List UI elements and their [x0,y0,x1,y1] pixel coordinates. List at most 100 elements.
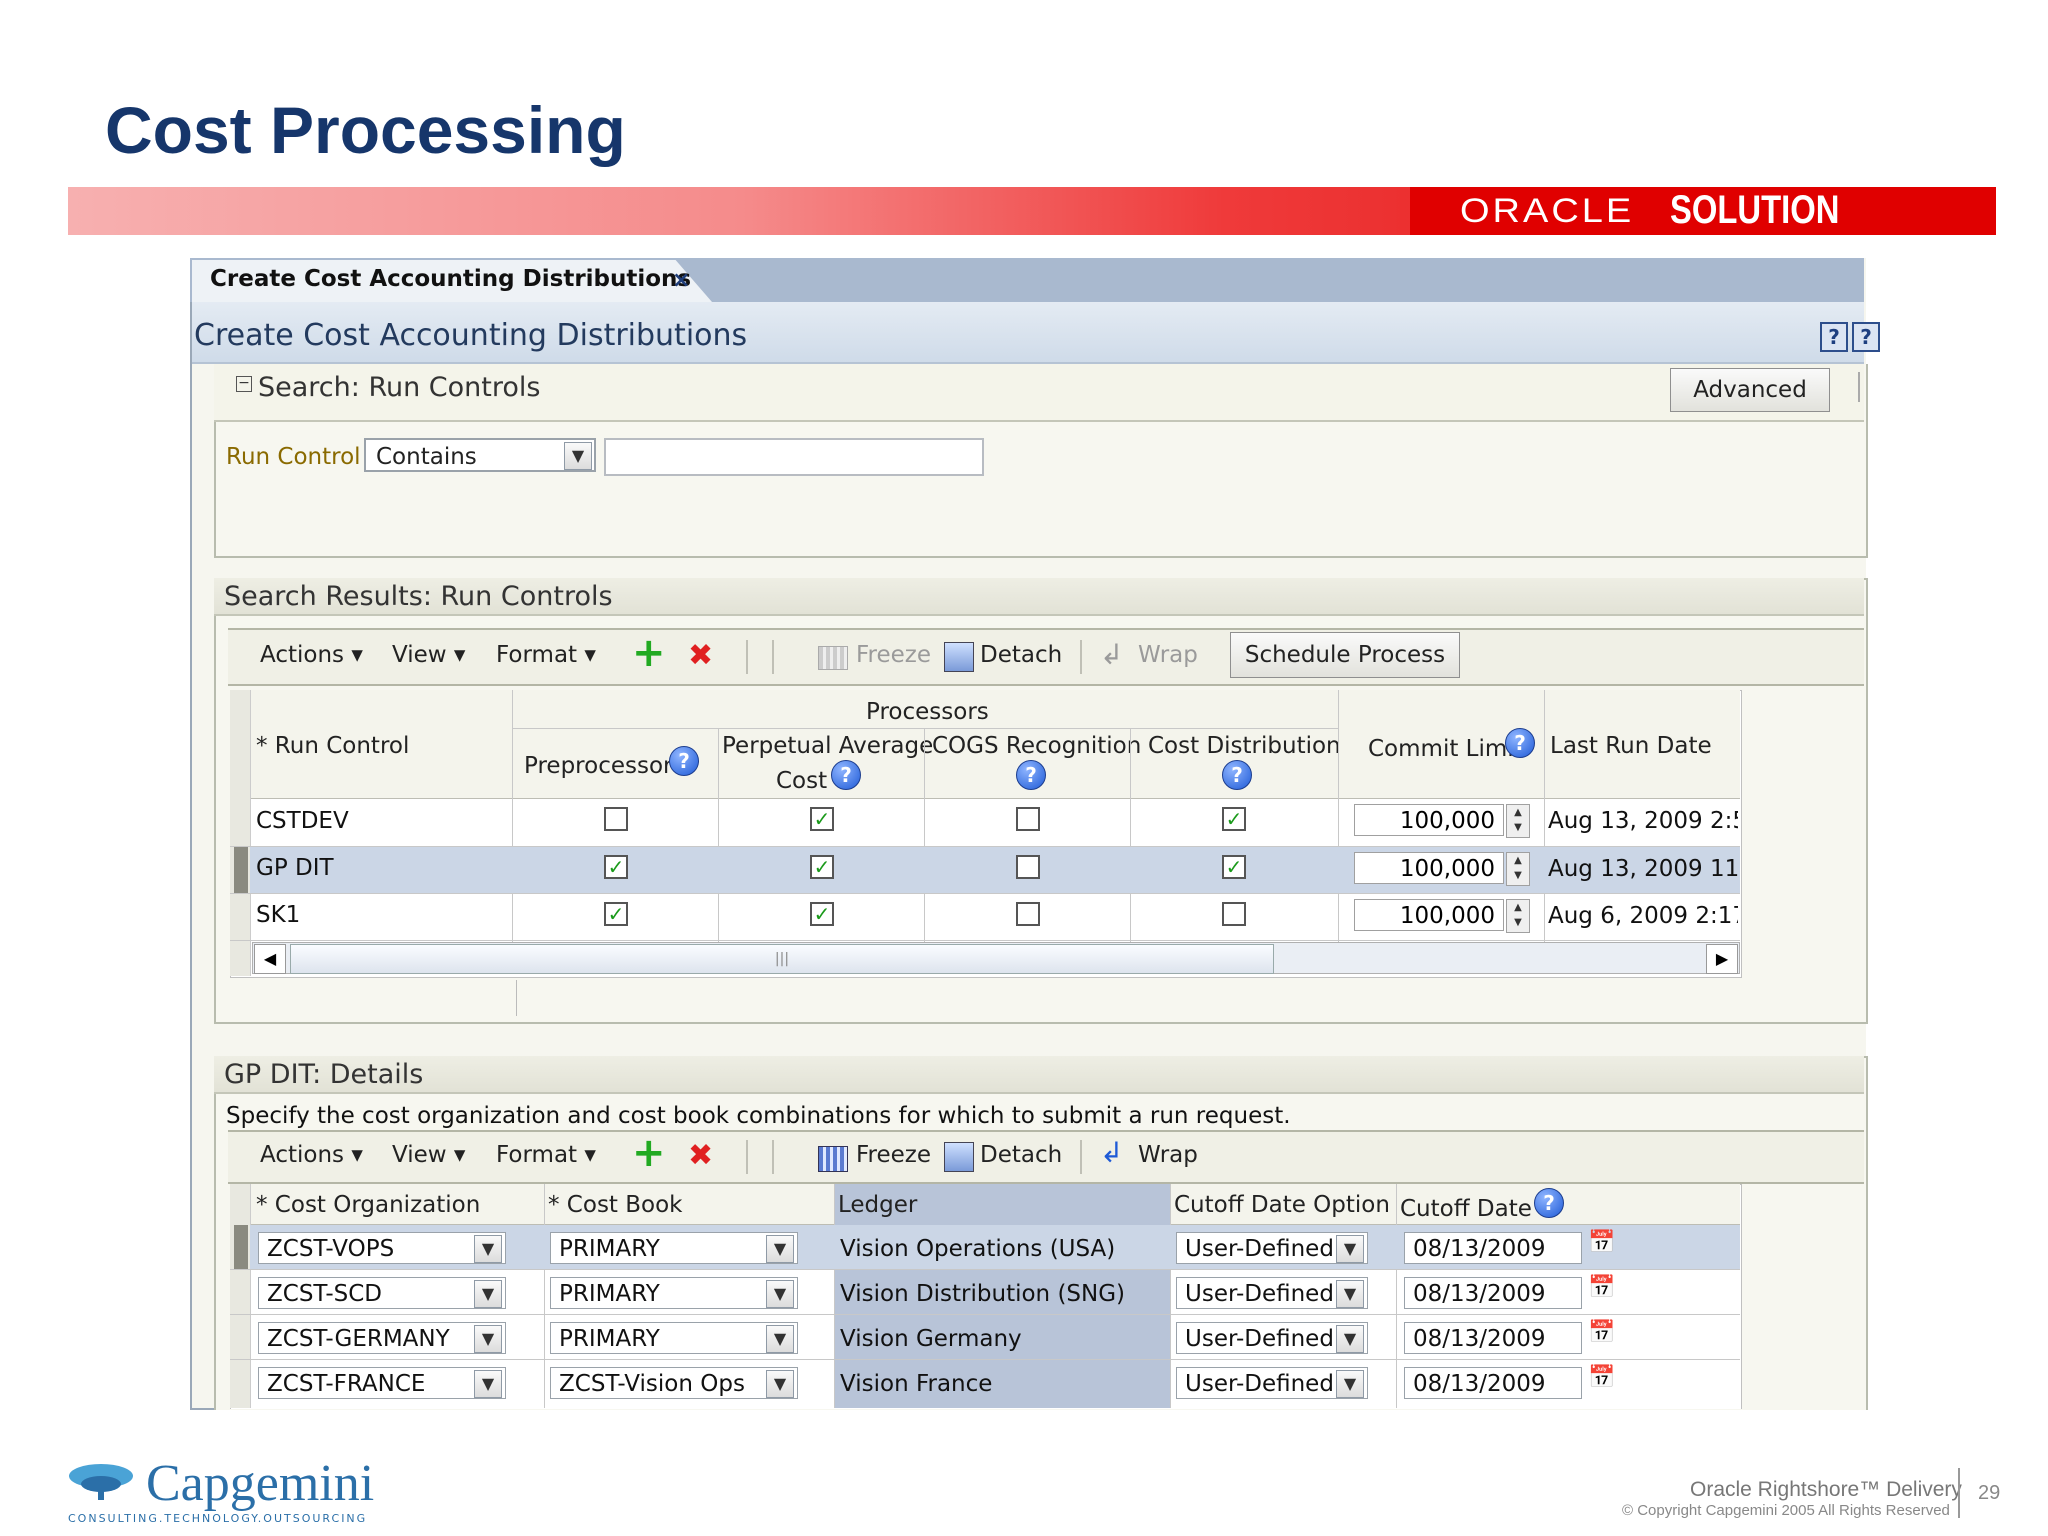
detach-button[interactable]: Detach [980,642,1062,668]
freeze-button[interactable]: Freeze [856,1142,931,1168]
cutoff-date-input[interactable]: 08/13/2009 [1404,1277,1582,1309]
cost-organization-select[interactable]: ZCST-GERMANY [258,1322,506,1354]
column-header-ledger[interactable]: Ledger [838,1192,918,1218]
column-header-cost-book[interactable]: * Cost Book [548,1192,683,1218]
chevron-down-icon[interactable]: ▼ [766,1325,794,1353]
chevron-down-icon[interactable]: ▼ [564,442,592,470]
cost-distribution-checkbox[interactable]: ✓ [1222,807,1246,831]
cost-organization-select[interactable]: ZCST-SCD [258,1277,506,1309]
perpetual-average-cost-checkbox[interactable]: ✓ [810,902,834,926]
chevron-down-icon[interactable]: ▼ [766,1280,794,1308]
format-menu[interactable]: Format ▾ [496,1142,596,1168]
help-icon[interactable]: ? [831,760,861,790]
column-group-processors: Processors [866,699,989,725]
delete-icon[interactable]: ✖ [688,1138,713,1173]
cost-book-select[interactable]: PRIMARY [550,1277,798,1309]
calendar-icon[interactable]: 📅 [1588,1365,1616,1395]
add-icon[interactable]: + [632,630,666,676]
cost-organization-select[interactable]: ZCST-VOPS [258,1232,506,1264]
cogs-recognition-checkbox[interactable] [1016,902,1040,926]
delete-icon[interactable]: ✖ [688,638,713,673]
divider [746,640,748,674]
perpetual-average-cost-checkbox[interactable]: ✓ [810,807,834,831]
scroll-left-icon[interactable]: ◀ [254,944,286,974]
column-header-preprocessor[interactable]: Preprocessor [524,753,673,779]
chevron-down-icon[interactable]: ▼ [1336,1235,1364,1263]
cutoff-date-input[interactable]: 08/13/2009 [1404,1367,1582,1399]
collapse-icon[interactable]: − [236,376,252,392]
add-icon[interactable]: + [632,1130,666,1176]
freeze-button[interactable]: Freeze [856,642,931,668]
cost-book-select[interactable]: PRIMARY [550,1322,798,1354]
cost-distribution-checkbox[interactable] [1222,902,1246,926]
perpetual-average-cost-checkbox[interactable]: ✓ [810,855,834,879]
chevron-down-icon[interactable]: ▼ [766,1370,794,1398]
view-menu[interactable]: View ▾ [392,1142,465,1168]
column-header-cutoff-date-option[interactable]: Cutoff Date Option [1174,1192,1390,1218]
schedule-process-button[interactable]: Schedule Process [1230,632,1460,678]
cost-distribution-checkbox[interactable]: ✓ [1222,855,1246,879]
help-icon[interactable]: ? [1505,728,1535,758]
column-header-perpetual-average-cost-line2: Cost [776,768,828,794]
cost-book-select[interactable]: PRIMARY [550,1232,798,1264]
format-menu[interactable]: Format ▾ [496,642,596,668]
run-control-input[interactable] [604,438,984,476]
commit-limit-stepper[interactable]: ▲ ▼ [1506,852,1530,886]
selected-row-marker [234,847,248,893]
actions-menu[interactable]: Actions ▾ [260,642,363,668]
divider [516,980,517,1016]
chevron-down-icon[interactable]: ▼ [474,1280,502,1308]
detach-icon [944,642,974,672]
wrap-button[interactable]: Wrap [1138,642,1198,668]
help-icon[interactable]: ? [1534,1188,1564,1218]
help-icon[interactable]: ? [669,746,699,776]
calendar-icon[interactable]: 📅 [1588,1275,1616,1305]
chevron-down-icon[interactable]: ▼ [1336,1370,1364,1398]
chevron-down-icon[interactable]: ▼ [474,1370,502,1398]
divider [230,1269,1740,1270]
chevron-down-icon[interactable]: ▼ [1336,1325,1364,1353]
detach-button[interactable]: Detach [980,1142,1062,1168]
cutoff-date-input[interactable]: 08/13/2009 [1404,1322,1582,1354]
help-icon[interactable]: ? [1016,760,1046,790]
scrollbar-thumb[interactable]: ||| [290,944,1274,974]
cogs-recognition-checkbox[interactable] [1016,807,1040,831]
preprocessor-checkbox[interactable]: ✓ [604,855,628,879]
chevron-down-icon[interactable]: ▼ [766,1235,794,1263]
preprocessor-checkbox[interactable] [604,807,628,831]
scroll-right-icon[interactable]: ▶ [1706,944,1738,974]
column-header-cost-distribution[interactable]: Cost Distribution [1148,733,1341,759]
calendar-icon[interactable]: 📅 [1588,1320,1616,1350]
commit-limit-input[interactable]: 100,000 [1354,852,1504,884]
cost-organization-select[interactable]: ZCST-FRANCE [258,1367,506,1399]
chevron-down-icon[interactable]: ▼ [474,1325,502,1353]
view-menu[interactable]: View ▾ [392,642,465,668]
column-header-cogs-recognition[interactable]: COGS Recognition [932,733,1142,759]
commit-limit-input[interactable]: 100,000 [1354,899,1504,931]
calendar-icon[interactable]: 📅 [1588,1230,1616,1260]
cogs-recognition-checkbox[interactable] [1016,855,1040,879]
wrap-button[interactable]: Wrap [1138,1142,1198,1168]
column-header-cutoff-date[interactable]: Cutoff Date [1400,1196,1532,1222]
chevron-down-icon[interactable]: ▼ [1336,1280,1364,1308]
column-header-last-run-date[interactable]: Last Run Date [1550,733,1712,759]
commit-limit-stepper[interactable]: ▲ ▼ [1506,804,1530,838]
operator-select[interactable]: Contains [364,438,596,472]
close-icon[interactable]: × [672,268,690,293]
actions-menu[interactable]: Actions ▾ [260,1142,363,1168]
cost-book-select[interactable]: ZCST-Vision Ops [550,1367,798,1399]
column-header-perpetual-average-cost[interactable]: Perpetual Average [722,733,934,759]
chevron-down-icon[interactable]: ▼ [474,1235,502,1263]
advanced-button[interactable]: Advanced [1670,368,1830,412]
commit-limit-stepper[interactable]: ▲ ▼ [1506,899,1530,933]
preprocessor-checkbox[interactable]: ✓ [604,902,628,926]
column-header-cost-organization[interactable]: * Cost Organization [256,1192,481,1218]
help-icon[interactable]: ? [1852,322,1880,352]
column-header-run-control[interactable]: * Run Control [256,733,410,759]
cutoff-date-input[interactable]: 08/13/2009 [1404,1232,1582,1264]
column-header-commit-limit[interactable]: Commit Limit [1368,736,1523,762]
help-icon[interactable]: ? [1820,322,1848,352]
commit-limit-input[interactable]: 100,000 [1354,804,1504,836]
tab-label[interactable]: Create Cost Accounting Distributions [210,266,691,292]
help-icon[interactable]: ? [1222,760,1252,790]
